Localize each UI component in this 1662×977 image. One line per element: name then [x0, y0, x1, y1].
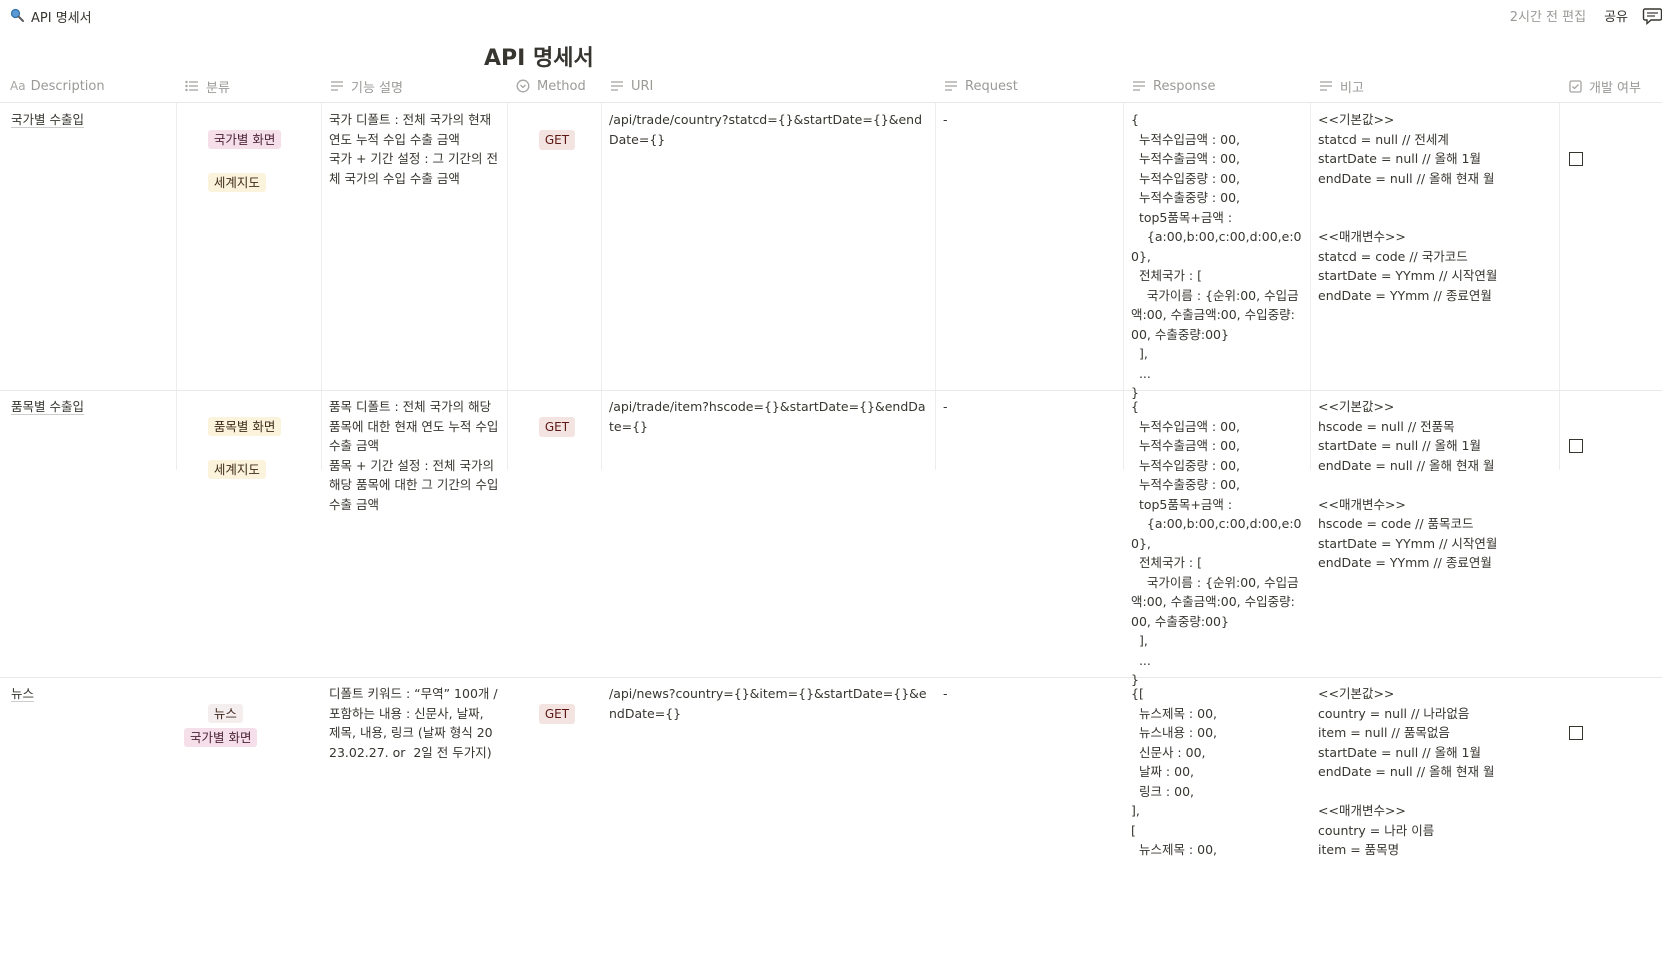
share-button[interactable]: 공유 — [1604, 6, 1628, 25]
row-uri[interactable]: /api/trade/item?hscode={}&startDate={}&e… — [601, 390, 935, 443]
method-badge: GET — [538, 416, 576, 437]
row-dev-status — [1559, 390, 1659, 499]
row-feature[interactable]: 디폴트 키워드 : “무역” 100개 / 포함하는 내용 : 신문사, 날짜,… — [321, 677, 507, 769]
category-tag: 국가별 화면 — [184, 727, 258, 747]
dev-status-checkbox[interactable] — [1569, 152, 1583, 166]
row-dev-status — [1559, 677, 1659, 786]
row-note[interactable]: <<기본값>> statcd = null // 전세계 startDate =… — [1310, 103, 1559, 312]
method-badge: GET — [538, 703, 576, 724]
dev-status-checkbox[interactable] — [1569, 726, 1583, 740]
row-dev-status — [1559, 103, 1659, 212]
row-request[interactable]: - — [935, 390, 1123, 424]
category-tag: 뉴스 — [207, 703, 243, 723]
last-edited-text: 2시간 전 편집 — [1509, 10, 1587, 25]
row-note[interactable]: <<기본값>> hscode = null // 전품목 startDate =… — [1310, 390, 1559, 580]
row-feature[interactable]: 국가 디폴트 : 전체 국가의 현재 연도 누적 수입 수출 금액 국가 + 기… — [321, 103, 507, 195]
row-category[interactable]: 국가별 화면 세계지도 — [176, 103, 321, 224]
breadcrumb[interactable]: API 명세서 — [10, 7, 92, 26]
row-uri[interactable]: /api/trade/country?statcd={}&startDate={… — [601, 103, 935, 156]
category-tag: 품목별 화면 — [207, 416, 282, 436]
row-method[interactable]: GET — [507, 103, 601, 176]
row-category[interactable]: 뉴스국가별 화면 — [176, 677, 321, 778]
row-feature[interactable]: 품목 디폴트 : 전체 국가의 해당 품목에 대한 현재 연도 누적 수입 수출… — [321, 390, 507, 521]
comment-icon[interactable] — [1642, 7, 1662, 25]
search-icon — [10, 8, 24, 26]
category-tag: 세계지도 — [207, 173, 266, 192]
table-row[interactable]: 국가별 수출입 국가별 화면 세계지도 국가 디폴트 : 전체 국가의 현재 연… — [0, 103, 1662, 400]
row-response[interactable]: {[ 뉴스제목 : 00, 뉴스내용 : 00, 신문사 : 00, 날짜 : … — [1123, 677, 1310, 867]
row-response[interactable]: { 누적수입금액 : 00, 누적수출금액 : 00, 누적수입중량 : 00,… — [1123, 390, 1310, 697]
row-description[interactable]: 뉴스 — [3, 677, 176, 711]
table-row[interactable]: 품목별 수출입 품목별 화면 세계지도 품목 디폴트 : 전체 국가의 해당 품… — [0, 390, 1662, 687]
method-badge: GET — [538, 129, 576, 150]
row-request[interactable]: - — [935, 103, 1123, 137]
category-tag: 세계지도 — [207, 460, 266, 479]
row-method[interactable]: GET — [507, 390, 601, 463]
row-category[interactable]: 품목별 화면 세계지도 — [176, 390, 321, 511]
row-description[interactable]: 품목별 수출입 — [3, 390, 176, 424]
category-tag: 국가별 화면 — [207, 129, 282, 149]
top-bar: API 명세서 2시간 전 편집 공유 — [0, 0, 1662, 32]
row-method[interactable]: GET — [507, 677, 601, 750]
row-uri[interactable]: /api/news?country={}&item={}&startDate={… — [601, 677, 935, 730]
table-row[interactable]: 뉴스 뉴스국가별 화면 디폴트 키워드 : “무역” 100개 / 포함하는 내… — [0, 677, 1662, 977]
row-request[interactable]: - — [935, 677, 1123, 711]
header-row-divider — [0, 70, 1662, 103]
dev-status-checkbox[interactable] — [1569, 439, 1583, 453]
breadcrumb-page-name: API 명세서 — [31, 11, 92, 26]
row-response[interactable]: { 누적수입금액 : 00, 누적수출금액 : 00, 누적수입중량 : 00,… — [1123, 103, 1310, 410]
row-note[interactable]: <<기본값>> country = null // 나라없음 item = nu… — [1310, 677, 1559, 867]
row-description[interactable]: 국가별 수출입 — [3, 103, 176, 137]
page-title: API 명세서 — [484, 46, 594, 71]
